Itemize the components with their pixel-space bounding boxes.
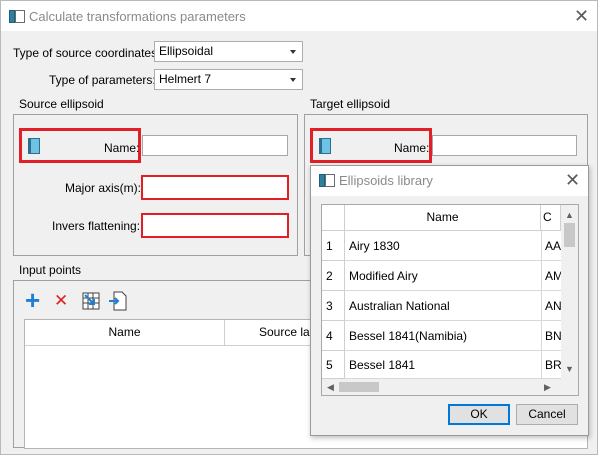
row-number[interactable]: 3 xyxy=(322,291,345,321)
library-title-bar: Ellipsoids library ✕ xyxy=(311,166,588,196)
input-points-title: Input points xyxy=(19,263,82,277)
window-title: Calculate transformations parameters xyxy=(29,9,246,24)
row-code[interactable]: BN xyxy=(541,321,561,351)
inv-flattening-field[interactable] xyxy=(141,213,289,238)
export-file-icon[interactable] xyxy=(108,291,128,311)
ellipsoids-library-dialog: Ellipsoids library ✕ Name C 1 Airy 1830 … xyxy=(310,165,589,436)
row-code[interactable]: BR xyxy=(541,351,561,379)
library-title: Ellipsoids library xyxy=(339,173,433,188)
ok-button[interactable]: OK xyxy=(448,404,510,425)
delete-x-icon[interactable]: ✕ xyxy=(54,291,68,311)
source-name-label: Name: xyxy=(104,141,140,155)
table-row[interactable]: Modified Airy xyxy=(345,261,541,291)
horizontal-scroll-thumb[interactable] xyxy=(339,382,379,392)
target-name-field[interactable] xyxy=(432,135,577,156)
table-row[interactable]: Bessel 1841(Namibia) xyxy=(345,321,541,351)
chevron-down-icon xyxy=(290,50,296,54)
source-coords-label: Type of source coordinates: xyxy=(13,46,161,60)
table-row[interactable]: Airy 1830 xyxy=(345,231,541,261)
points-col-name[interactable]: Name xyxy=(25,320,225,346)
book-icon[interactable] xyxy=(319,138,331,154)
row-number[interactable]: 1 xyxy=(322,231,345,261)
params-value: Helmert 7 xyxy=(159,72,212,86)
source-coords-value: Ellipsoidal xyxy=(159,44,214,58)
library-col-name[interactable]: Name xyxy=(345,205,541,231)
scroll-right-icon[interactable]: ▶ xyxy=(544,383,551,392)
row-number[interactable]: 5 xyxy=(322,351,345,379)
row-code[interactable]: AN xyxy=(541,291,561,321)
inv-flattening-label: Invers flattening: xyxy=(52,219,141,233)
row-code[interactable]: AM xyxy=(541,261,561,291)
table-row[interactable]: Australian National xyxy=(345,291,541,321)
horizontal-scrollbar[interactable]: ◀ ▶ xyxy=(322,379,578,395)
cancel-button[interactable]: Cancel xyxy=(516,404,578,425)
scroll-left-icon[interactable]: ◀ xyxy=(327,383,334,392)
chevron-down-icon xyxy=(290,78,296,82)
vertical-scroll-thumb[interactable] xyxy=(564,223,575,247)
major-axis-field[interactable] xyxy=(141,175,289,200)
params-select[interactable]: Helmert 7 xyxy=(154,69,303,90)
window-icon xyxy=(9,10,25,23)
import-table-icon[interactable] xyxy=(82,292,100,310)
table-row[interactable]: Bessel 1841 xyxy=(345,351,541,379)
target-name-label: Name: xyxy=(394,141,430,155)
vertical-scrollbar[interactable]: ▲ ▼ xyxy=(561,205,578,379)
scroll-down-icon[interactable]: ▼ xyxy=(565,365,574,374)
close-icon[interactable]: ✕ xyxy=(565,171,580,189)
table-corner xyxy=(322,205,345,231)
library-col-code[interactable]: C xyxy=(541,205,561,231)
plus-icon[interactable]: + xyxy=(25,287,40,313)
source-coords-select[interactable]: Ellipsoidal xyxy=(154,41,303,62)
source-ellipsoid-title: Source ellipsoid xyxy=(19,97,104,111)
title-bar: Calculate transformations parameters ✕ xyxy=(1,1,597,31)
major-axis-label: Major axis(m): xyxy=(65,181,142,195)
source-name-field[interactable] xyxy=(142,135,288,156)
target-ellipsoid-title: Target ellipsoid xyxy=(310,97,391,111)
row-code[interactable]: AA xyxy=(541,231,561,261)
ellipsoids-table[interactable]: Name C 1 Airy 1830 AA 2 Modified Airy AM… xyxy=(321,204,579,396)
params-label: Type of parameters: xyxy=(49,73,156,87)
window-icon xyxy=(319,174,335,187)
row-number[interactable]: 2 xyxy=(322,261,345,291)
scroll-up-icon[interactable]: ▲ xyxy=(565,211,574,220)
row-number[interactable]: 4 xyxy=(322,321,345,351)
book-icon[interactable] xyxy=(28,138,40,154)
close-icon[interactable]: ✕ xyxy=(574,7,589,25)
